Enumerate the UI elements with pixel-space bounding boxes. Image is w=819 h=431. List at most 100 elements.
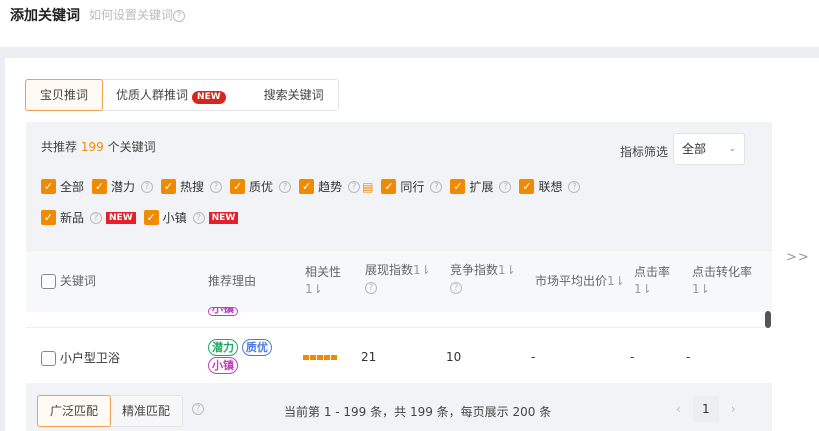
question-icon[interactable]: ? xyxy=(192,211,205,224)
checkbox-peer[interactable]: ✓ 同行? xyxy=(381,178,443,195)
filter-panel: 共推荐 199 个关键词 指标筛选 全部 ⌄ ✓ 全部 ✓ 潜力? ✓ 热搜? ✓ 质优?… xyxy=(26,122,772,250)
keyword-cell: 小户型卫浴 xyxy=(41,349,120,366)
table-scrollbar[interactable] xyxy=(765,311,771,328)
column-impression[interactable]: 展现指数1⇂? xyxy=(365,262,431,296)
sort-icon[interactable]: 1⇂ xyxy=(692,282,710,296)
column-label: 点击率 xyxy=(634,265,671,279)
checkbox-label: 全部 xyxy=(60,180,85,194)
tab-bar: 宝贝推词 优质人群推词 NEW 搜索关键词 xyxy=(25,79,339,111)
question-icon: ? xyxy=(173,9,186,22)
reason-tags: 潜力 质优 小镇 xyxy=(208,338,288,374)
sort-icon[interactable]: 1⇂ xyxy=(498,263,516,277)
question-icon[interactable]: ? xyxy=(279,180,292,193)
checkbox-potential[interactable]: ✓ 潜力? xyxy=(92,178,154,195)
check-icon: ✓ xyxy=(381,179,397,194)
relevance-bar xyxy=(303,355,309,360)
filter-checkboxes-row1: ✓ 全部 ✓ 潜力? ✓ 热搜? ✓ 质优? ✓ 趋势? ▤ ✓ 同行? ✓ 扩展? ✓ 联想? xyxy=(41,178,588,195)
question-icon[interactable]: ? xyxy=(348,180,361,193)
column-cvr[interactable]: 点击转化率 1⇂ xyxy=(692,264,752,298)
help-link[interactable]: 如何设置关键词? xyxy=(89,6,186,23)
column-label: 点击转化率 xyxy=(692,265,753,279)
page-title: 添加关键词 xyxy=(10,8,80,24)
count-value: 199 xyxy=(80,140,104,154)
relevance-bar xyxy=(310,355,316,360)
column-relevance[interactable]: 相关性 1⇂ xyxy=(305,264,341,298)
checkbox-association[interactable]: ✓ 联想? xyxy=(519,178,581,195)
exact-match-button[interactable]: 精准匹配 xyxy=(110,396,182,426)
checkbox-label: 联想 xyxy=(538,180,563,194)
sort-icon[interactable]: 1⇂ xyxy=(607,274,625,288)
check-icon: ✓ xyxy=(299,179,315,194)
select-value: 全部 xyxy=(682,142,707,156)
relevance-bar xyxy=(324,355,330,360)
select-all-checkbox[interactable] xyxy=(41,274,56,289)
partial-tag: 小镇 xyxy=(208,307,238,316)
column-label: 展现指数 xyxy=(365,263,414,277)
column-reason: 推荐理由 xyxy=(208,274,257,288)
keyword-text: 小户型卫浴 xyxy=(59,351,120,365)
tab-item-recommend[interactable]: 宝贝推词 xyxy=(25,79,104,111)
expand-toggle[interactable]: >> xyxy=(786,250,810,265)
checkbox-label: 小镇 xyxy=(162,211,187,225)
check-icon: ✓ xyxy=(519,179,535,194)
check-icon: ✓ xyxy=(161,179,177,194)
relevance-bar xyxy=(317,355,323,360)
tag-town: 小镇 xyxy=(208,357,238,374)
competition-cell: 10 xyxy=(446,350,462,364)
table-footer: 广泛匹配 精准匹配 ? 当前第 1 - 199 条，共 199 条，每页展示 2… xyxy=(26,383,772,431)
avg-bid-cell: - xyxy=(531,350,536,364)
broad-match-button[interactable]: 广泛匹配 xyxy=(37,395,112,427)
checkbox-trend[interactable]: ✓ 趋势? ▤ xyxy=(299,178,373,195)
sort-icon[interactable]: 1⇂ xyxy=(634,282,652,296)
column-avg-bid[interactable]: 市场平均出价1⇂ xyxy=(535,273,625,290)
checkbox-all[interactable]: ✓ 全部 xyxy=(41,178,84,195)
tab-search-keywords[interactable]: 搜索关键词 xyxy=(240,80,338,110)
checkbox-label: 热搜 xyxy=(180,180,205,194)
question-icon[interactable]: ? xyxy=(450,281,462,294)
sort-icon[interactable]: 1⇂ xyxy=(305,282,323,296)
prev-page-icon[interactable]: ‹ xyxy=(676,402,681,416)
column-competition[interactable]: 竞争指数1⇂? xyxy=(450,262,516,296)
checkbox-label: 趋势 xyxy=(318,180,343,194)
question-icon[interactable]: ? xyxy=(365,281,377,294)
checkbox-town[interactable]: ✓ 小镇? NEW xyxy=(143,209,239,226)
row-checkbox[interactable] xyxy=(41,351,56,366)
question-icon[interactable]: ? xyxy=(499,180,512,193)
checkbox-new-product[interactable]: ✓ 新品? NEW xyxy=(41,209,136,226)
note-icon[interactable]: ▤ xyxy=(362,180,373,194)
row-divider xyxy=(26,327,766,328)
checkbox-quality[interactable]: ✓ 质优? xyxy=(230,178,292,195)
new-badge: NEW xyxy=(192,91,226,104)
tab-audience-recommend[interactable]: 优质人群推词 NEW xyxy=(102,80,240,110)
checkbox-hot[interactable]: ✓ 热搜? xyxy=(161,178,223,195)
question-icon[interactable]: ? xyxy=(192,403,204,415)
column-label: 关键词 xyxy=(59,274,96,288)
check-icon: ✓ xyxy=(41,210,56,225)
relevance-bars xyxy=(303,355,337,360)
sort-icon[interactable]: 1⇂ xyxy=(413,263,431,277)
question-icon[interactable]: ? xyxy=(430,180,443,193)
impression-cell: 21 xyxy=(361,350,377,364)
column-label: 竞争指数 xyxy=(450,263,499,277)
checkbox-label: 新品 xyxy=(60,211,85,225)
check-icon: ✓ xyxy=(92,179,108,194)
new-badge: NEW xyxy=(106,211,136,224)
next-page-icon[interactable]: › xyxy=(731,402,736,416)
tag-potential: 潜力 xyxy=(208,339,238,356)
column-ctr[interactable]: 点击率 1⇂ xyxy=(634,264,670,298)
page-number[interactable]: 1 xyxy=(692,396,719,422)
pagination: ‹ 1 › xyxy=(676,396,736,422)
question-icon[interactable]: ? xyxy=(90,211,103,224)
checkbox-label: 潜力 xyxy=(111,180,136,194)
check-icon: ✓ xyxy=(143,210,159,225)
column-label: 市场平均出价 xyxy=(535,274,608,288)
tag-quality: 质优 xyxy=(241,339,272,356)
metric-filter-select[interactable]: 全部 ⌄ xyxy=(673,133,745,165)
question-icon[interactable]: ? xyxy=(141,180,154,193)
checkbox-expand[interactable]: ✓ 扩展? xyxy=(450,178,512,195)
check-icon: ✓ xyxy=(230,179,246,194)
question-icon[interactable]: ? xyxy=(568,180,581,193)
question-icon[interactable]: ? xyxy=(210,180,223,193)
table-header: 关键词 推荐理由 相关性 1⇂ 展现指数1⇂? 竞争指数1⇂? 市场平均出价1⇂ … xyxy=(26,250,772,312)
checkbox-label: 同行 xyxy=(400,180,425,194)
